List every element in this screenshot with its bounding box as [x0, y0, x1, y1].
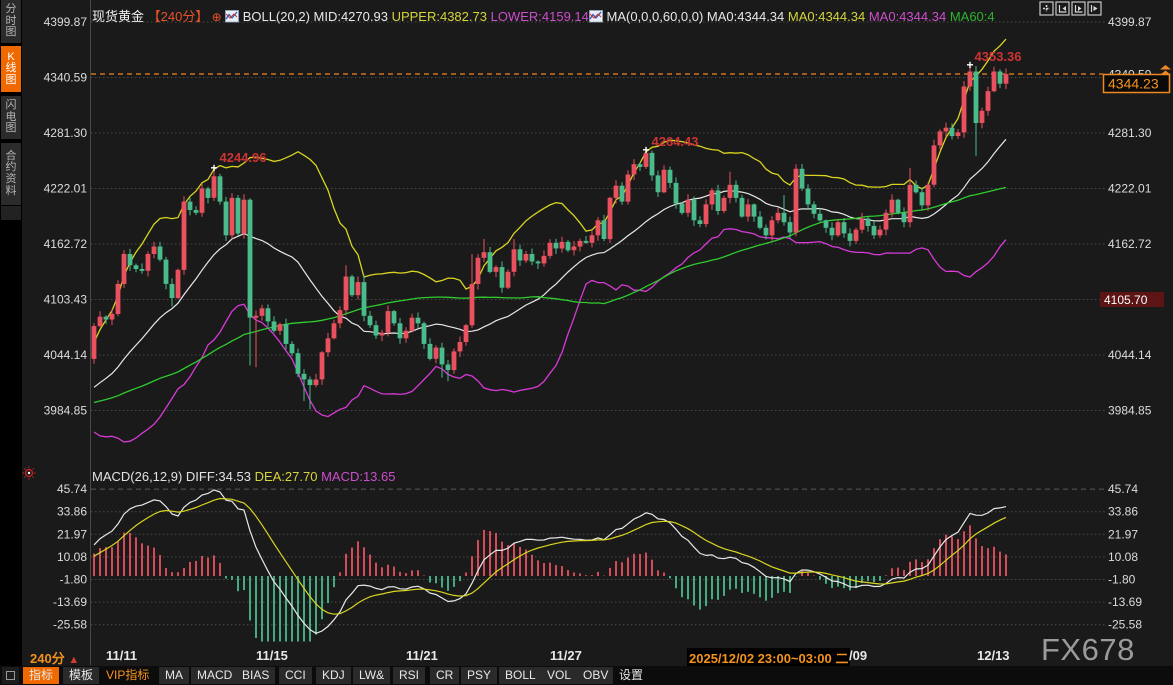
svg-text:+: +: [210, 161, 217, 175]
svg-text:4162.72: 4162.72: [44, 237, 88, 251]
svg-text:+: +: [642, 143, 649, 157]
svg-text:+: +: [966, 58, 973, 72]
svg-text:4222.01: 4222.01: [1108, 182, 1152, 196]
svg-text:-25.58: -25.58: [53, 618, 87, 632]
svg-text:45.74: 45.74: [57, 482, 87, 496]
svg-text:4044.14: 4044.14: [1108, 348, 1152, 362]
svg-text:4353.36: 4353.36: [975, 49, 1022, 64]
svg-text:-13.69: -13.69: [53, 595, 87, 609]
svg-text:4103.43: 4103.43: [44, 293, 88, 307]
svg-text:4399.87: 4399.87: [1108, 15, 1152, 29]
svg-text:10.08: 10.08: [1108, 550, 1138, 564]
svg-text:21.97: 21.97: [1108, 527, 1138, 541]
svg-text:4044.14: 4044.14: [44, 348, 88, 362]
svg-text:10.08: 10.08: [57, 550, 87, 564]
svg-text:-1.80: -1.80: [60, 573, 88, 587]
svg-text:4105.70: 4105.70: [1104, 293, 1148, 307]
svg-text:4399.87: 4399.87: [44, 15, 88, 29]
svg-text:-25.58: -25.58: [1108, 618, 1142, 632]
svg-text:-13.69: -13.69: [1108, 595, 1142, 609]
svg-text:4281.30: 4281.30: [44, 126, 88, 140]
svg-text:45.74: 45.74: [1108, 482, 1138, 496]
svg-text:3984.85: 3984.85: [1108, 404, 1152, 418]
svg-text:4344.23: 4344.23: [1108, 76, 1159, 92]
svg-text:33.86: 33.86: [1108, 505, 1138, 519]
svg-text:4264.43: 4264.43: [652, 134, 699, 149]
svg-text:4162.72: 4162.72: [1108, 237, 1152, 251]
svg-text:-1.80: -1.80: [1108, 573, 1136, 587]
svg-text:4340.59: 4340.59: [44, 71, 88, 85]
svg-text:MACD(26,12,9) DIFF:34.53 DEA: MACD(26,12,9) DIFF:34.53 DEA:27.70 MACD:…: [92, 469, 395, 484]
svg-text:4222.01: 4222.01: [44, 182, 88, 196]
svg-text:4281.30: 4281.30: [1108, 126, 1152, 140]
svg-text:3984.85: 3984.85: [44, 404, 88, 418]
svg-text:21.97: 21.97: [57, 527, 87, 541]
svg-text:4244.96: 4244.96: [220, 150, 267, 165]
svg-text:33.86: 33.86: [57, 505, 87, 519]
